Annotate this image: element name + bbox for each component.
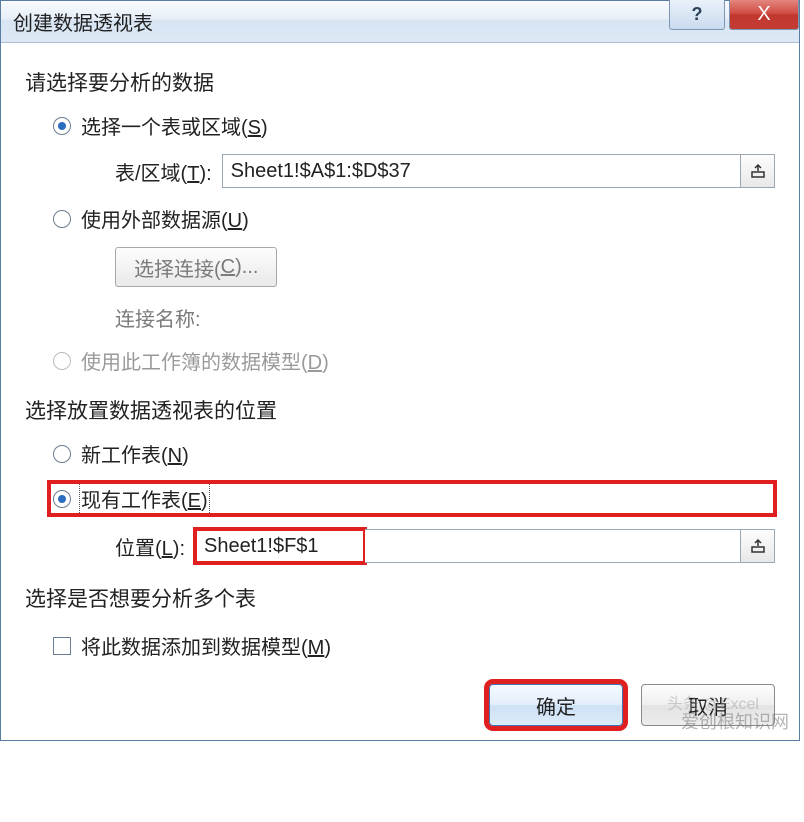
radio-label: 使用此工作簿的数据模型(D) xyxy=(81,346,329,375)
range-select-icon xyxy=(750,538,766,554)
location-row: 位置(L): Sheet1!$F$1 xyxy=(115,529,775,563)
pivot-create-dialog: 创建数据透视表 ? X 请选择要分析的数据 选择一个表或区域(S) 表/区域(T… xyxy=(0,0,800,741)
help-icon: ? xyxy=(692,4,703,25)
table-range-label: 表/区域(T): xyxy=(115,157,212,186)
radio-label: 新工作表(N) xyxy=(81,439,189,468)
collapse-dialog-button[interactable] xyxy=(741,529,775,563)
radio-use-external-source[interactable]: 使用外部数据源(U) xyxy=(53,204,775,233)
ok-button[interactable]: 确定 xyxy=(489,684,623,726)
dialog-body: 请选择要分析的数据 选择一个表或区域(S) 表/区域(T): Sheet1!$A… xyxy=(1,43,799,740)
external-source-detail: 选择连接(C)... 连接名称: xyxy=(115,247,775,332)
radio-new-worksheet[interactable]: 新工作表(N) xyxy=(53,439,775,468)
checkbox-label: 将此数据添加到数据模型(M) xyxy=(81,631,331,660)
help-button[interactable]: ? xyxy=(669,0,725,30)
dialog-button-row: 确定 取消 xyxy=(25,676,775,726)
dialog-title: 创建数据透视表 xyxy=(1,7,153,36)
radio-existing-worksheet[interactable]: 现有工作表(E) xyxy=(49,482,775,515)
radio-icon xyxy=(53,445,71,463)
location-input-extend[interactable] xyxy=(365,529,741,563)
range-select-icon xyxy=(750,163,766,179)
section-choose-data-heading: 请选择要分析的数据 xyxy=(25,67,775,97)
radio-icon xyxy=(53,490,71,508)
titlebar-buttons: ? X xyxy=(669,0,799,30)
table-range-row: 表/区域(T): Sheet1!$A$1:$D$37 xyxy=(115,154,775,188)
radio-label: 选择一个表或区域(S) xyxy=(81,111,268,140)
table-range-input[interactable]: Sheet1!$A$1:$D$37 xyxy=(222,154,741,188)
radio-icon xyxy=(53,352,71,370)
location-label: 位置(L): xyxy=(115,532,185,561)
radio-label: 现有工作表(E) xyxy=(81,484,208,513)
collapse-dialog-button[interactable] xyxy=(741,154,775,188)
radio-label: 使用外部数据源(U) xyxy=(81,204,249,233)
location-input[interactable]: Sheet1!$F$1 xyxy=(195,529,365,563)
choose-connection-button: 选择连接(C)... xyxy=(115,247,277,287)
radio-select-table-range[interactable]: 选择一个表或区域(S) xyxy=(53,111,775,140)
radio-icon xyxy=(53,210,71,228)
radio-use-data-model: 使用此工作簿的数据模型(D) xyxy=(53,346,775,375)
checkbox-icon xyxy=(53,637,71,655)
close-icon: X xyxy=(757,3,770,26)
cancel-button[interactable]: 取消 xyxy=(641,684,775,726)
close-button[interactable]: X xyxy=(729,0,799,30)
radio-icon xyxy=(53,117,71,135)
section-multi-heading: 选择是否想要分析多个表 xyxy=(25,583,775,613)
connection-name-label: 连接名称: xyxy=(115,303,775,332)
section-place-heading: 选择放置数据透视表的位置 xyxy=(25,395,775,425)
titlebar: 创建数据透视表 ? X xyxy=(1,1,799,43)
checkbox-add-to-model[interactable]: 将此数据添加到数据模型(M) xyxy=(53,631,775,660)
